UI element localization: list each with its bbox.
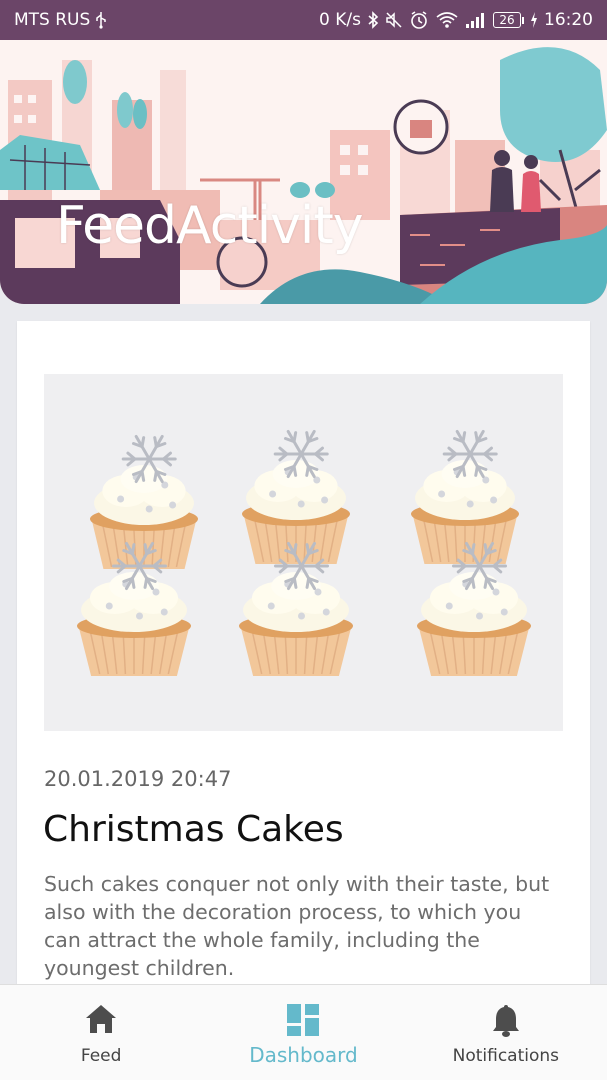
page-title: FeedActivity xyxy=(56,196,364,256)
network-speed: 0 K/s xyxy=(319,10,361,30)
nav-item-feed[interactable]: Feed xyxy=(0,985,202,1080)
status-right: 0 K/s 26 16:20 xyxy=(319,10,593,30)
feed-item-title: Christmas Cakes xyxy=(43,809,344,850)
city-illustration xyxy=(0,40,607,304)
battery-icon: 26 xyxy=(493,12,524,28)
bell-icon xyxy=(491,1003,521,1041)
bottom-navigation: Feed Dashboard Notifications xyxy=(0,984,607,1080)
cupcakes-photo xyxy=(44,374,563,731)
feed-card[interactable]: 20.01.2019 20:47 Christmas Cakes Such ca… xyxy=(17,321,590,1001)
status-left: MTS RUS xyxy=(14,10,108,30)
feed-item-date: 20.01.2019 20:47 xyxy=(44,767,232,791)
feed-item-image[interactable] xyxy=(44,374,563,731)
dashboard-icon xyxy=(286,1003,320,1041)
feed-item-description: Such cakes conquer not only with their t… xyxy=(44,872,550,980)
alarm-icon xyxy=(409,10,429,30)
signal-icon xyxy=(465,11,487,29)
status-bar: MTS RUS 0 K/s 26 16:20 xyxy=(0,0,607,40)
usb-icon xyxy=(94,11,108,29)
carrier-name: MTS RUS xyxy=(14,10,91,30)
nav-item-dashboard[interactable]: Dashboard xyxy=(202,985,404,1080)
bluetooth-icon xyxy=(367,11,379,29)
battery-level: 26 xyxy=(493,12,521,28)
wifi-icon xyxy=(435,11,459,29)
clock: 16:20 xyxy=(544,10,593,30)
mute-icon xyxy=(385,11,403,29)
nav-label-dashboard: Dashboard xyxy=(249,1043,358,1067)
header-banner: FeedActivity xyxy=(0,40,607,304)
nav-item-notifications[interactable]: Notifications xyxy=(405,985,607,1080)
home-icon xyxy=(84,1003,118,1039)
charging-icon xyxy=(530,12,538,28)
nav-label-notifications: Notifications xyxy=(452,1046,560,1066)
nav-label-feed: Feed xyxy=(80,1046,122,1066)
